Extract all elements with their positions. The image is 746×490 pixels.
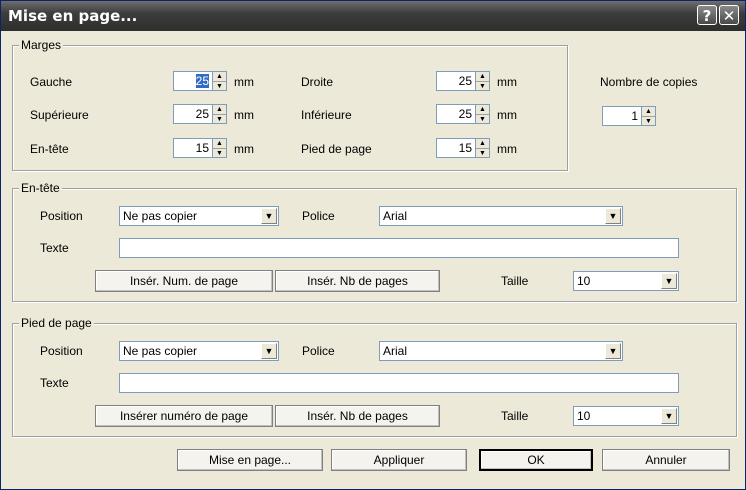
footer-text-input[interactable]	[119, 373, 679, 393]
apply-button[interactable]: Appliquer	[331, 449, 467, 471]
header-margin-spinner[interactable]: 15 ▲ ▼	[173, 138, 229, 158]
mm-unit-label: mm	[497, 142, 517, 156]
header-position-label: Position	[40, 209, 83, 223]
spin-up-icon[interactable]: ▲	[642, 107, 655, 117]
header-text-input[interactable]	[119, 238, 679, 258]
chevron-down-icon[interactable]: ▼	[261, 208, 277, 224]
footer-margin-label: Pied de page	[301, 142, 372, 156]
spin-down-icon[interactable]: ▼	[476, 82, 489, 91]
page-setup-button[interactable]: Mise en page...	[177, 449, 323, 471]
spin-down-icon[interactable]: ▼	[213, 115, 226, 124]
left-margin-input[interactable]: 25	[173, 71, 213, 91]
header-insert-page-count-button[interactable]: Insér. Nb de pages	[275, 270, 440, 292]
header-group: En-tête Position Ne pas copier ▼ Police …	[12, 181, 737, 302]
header-text-label: Texte	[40, 241, 69, 255]
mm-unit-label: mm	[497, 108, 517, 122]
help-button[interactable]: ?	[697, 5, 717, 25]
right-margin-input[interactable]: 25	[436, 71, 476, 91]
top-margin-spinner[interactable]: 25 ▲ ▼	[173, 104, 229, 124]
right-margin-label: Droite	[301, 75, 334, 89]
spin-up-icon[interactable]: ▲	[213, 139, 226, 149]
copies-label: Nombre de copies	[600, 75, 698, 89]
left-margin-spinner[interactable]: 25 ▲ ▼	[173, 71, 229, 91]
right-margin-spinner[interactable]: 25 ▲ ▼	[436, 71, 492, 91]
close-button[interactable]: ✕	[719, 5, 739, 25]
footer-font-select[interactable]: Arial ▼	[379, 341, 623, 361]
spin-down-icon[interactable]: ▼	[213, 82, 226, 91]
spin-down-icon[interactable]: ▼	[642, 117, 655, 126]
header-margin-input[interactable]: 15	[173, 138, 213, 158]
copies-input[interactable]: 1	[602, 106, 642, 126]
spin-down-icon[interactable]: ▼	[476, 149, 489, 158]
dialog-title: Mise en page...	[8, 7, 138, 25]
footer-margin-input[interactable]: 15	[436, 138, 476, 158]
ok-button[interactable]: OK	[479, 449, 593, 471]
header-margin-label: En-tête	[30, 142, 69, 156]
left-margin-label: Gauche	[30, 75, 73, 89]
bottom-margin-input[interactable]: 25	[436, 104, 476, 124]
footer-legend: Pied de page	[19, 316, 94, 330]
spin-up-icon[interactable]: ▲	[213, 105, 226, 115]
spin-down-icon[interactable]: ▼	[213, 149, 226, 158]
header-size-select[interactable]: 10 ▼	[573, 271, 679, 291]
spin-up-icon[interactable]: ▲	[476, 105, 489, 115]
footer-group: Pied de page Position Ne pas copier ▼ Po…	[12, 316, 737, 437]
header-legend: En-tête	[19, 181, 62, 195]
mm-unit-label: mm	[234, 108, 254, 122]
copies-spinner[interactable]: 1 ▲ ▼	[602, 106, 658, 126]
chevron-down-icon[interactable]: ▼	[605, 208, 621, 224]
page-setup-dialog: Mise en page... ? ✕ Marges Gauche 25 ▲ ▼ …	[0, 0, 746, 490]
footer-insert-page-count-button[interactable]: Insér. Nb de pages	[275, 405, 440, 427]
bottom-margin-label: Inférieure	[301, 108, 352, 122]
footer-margin-spinner[interactable]: 15 ▲ ▼	[436, 138, 492, 158]
top-margin-input[interactable]: 25	[173, 104, 213, 124]
chevron-down-icon[interactable]: ▼	[605, 343, 621, 359]
chevron-down-icon[interactable]: ▼	[261, 343, 277, 359]
cancel-button[interactable]: Annuler	[602, 449, 730, 471]
footer-font-label: Police	[302, 344, 335, 358]
footer-position-select[interactable]: Ne pas copier ▼	[119, 341, 279, 361]
footer-position-label: Position	[40, 344, 83, 358]
bottom-margin-spinner[interactable]: 25 ▲ ▼	[436, 104, 492, 124]
header-position-select[interactable]: Ne pas copier ▼	[119, 206, 279, 226]
mm-unit-label: mm	[234, 142, 254, 156]
spin-down-icon[interactable]: ▼	[476, 115, 489, 124]
title-bar[interactable]: Mise en page... ? ✕	[1, 1, 745, 31]
header-insert-page-number-button[interactable]: Insér. Num. de page	[95, 270, 273, 292]
top-margin-label: Supérieure	[30, 108, 89, 122]
margins-group: Marges Gauche 25 ▲ ▼ mm Droite 25 ▲ ▼ mm S…	[12, 38, 568, 171]
header-font-label: Police	[302, 209, 335, 223]
header-size-label: Taille	[501, 274, 529, 288]
chevron-down-icon[interactable]: ▼	[661, 273, 677, 289]
mm-unit-label: mm	[497, 75, 517, 89]
spin-up-icon[interactable]: ▲	[213, 72, 226, 82]
footer-size-select[interactable]: 10 ▼	[573, 406, 679, 426]
margins-legend: Marges	[19, 38, 64, 52]
footer-size-label: Taille	[501, 409, 529, 423]
mm-unit-label: mm	[234, 75, 254, 89]
footer-text-label: Texte	[40, 376, 69, 390]
chevron-down-icon[interactable]: ▼	[661, 408, 677, 424]
footer-insert-page-number-button[interactable]: Insérer numéro de page	[95, 405, 273, 427]
spin-up-icon[interactable]: ▲	[476, 72, 489, 82]
header-font-select[interactable]: Arial ▼	[379, 206, 623, 226]
spin-up-icon[interactable]: ▲	[476, 139, 489, 149]
